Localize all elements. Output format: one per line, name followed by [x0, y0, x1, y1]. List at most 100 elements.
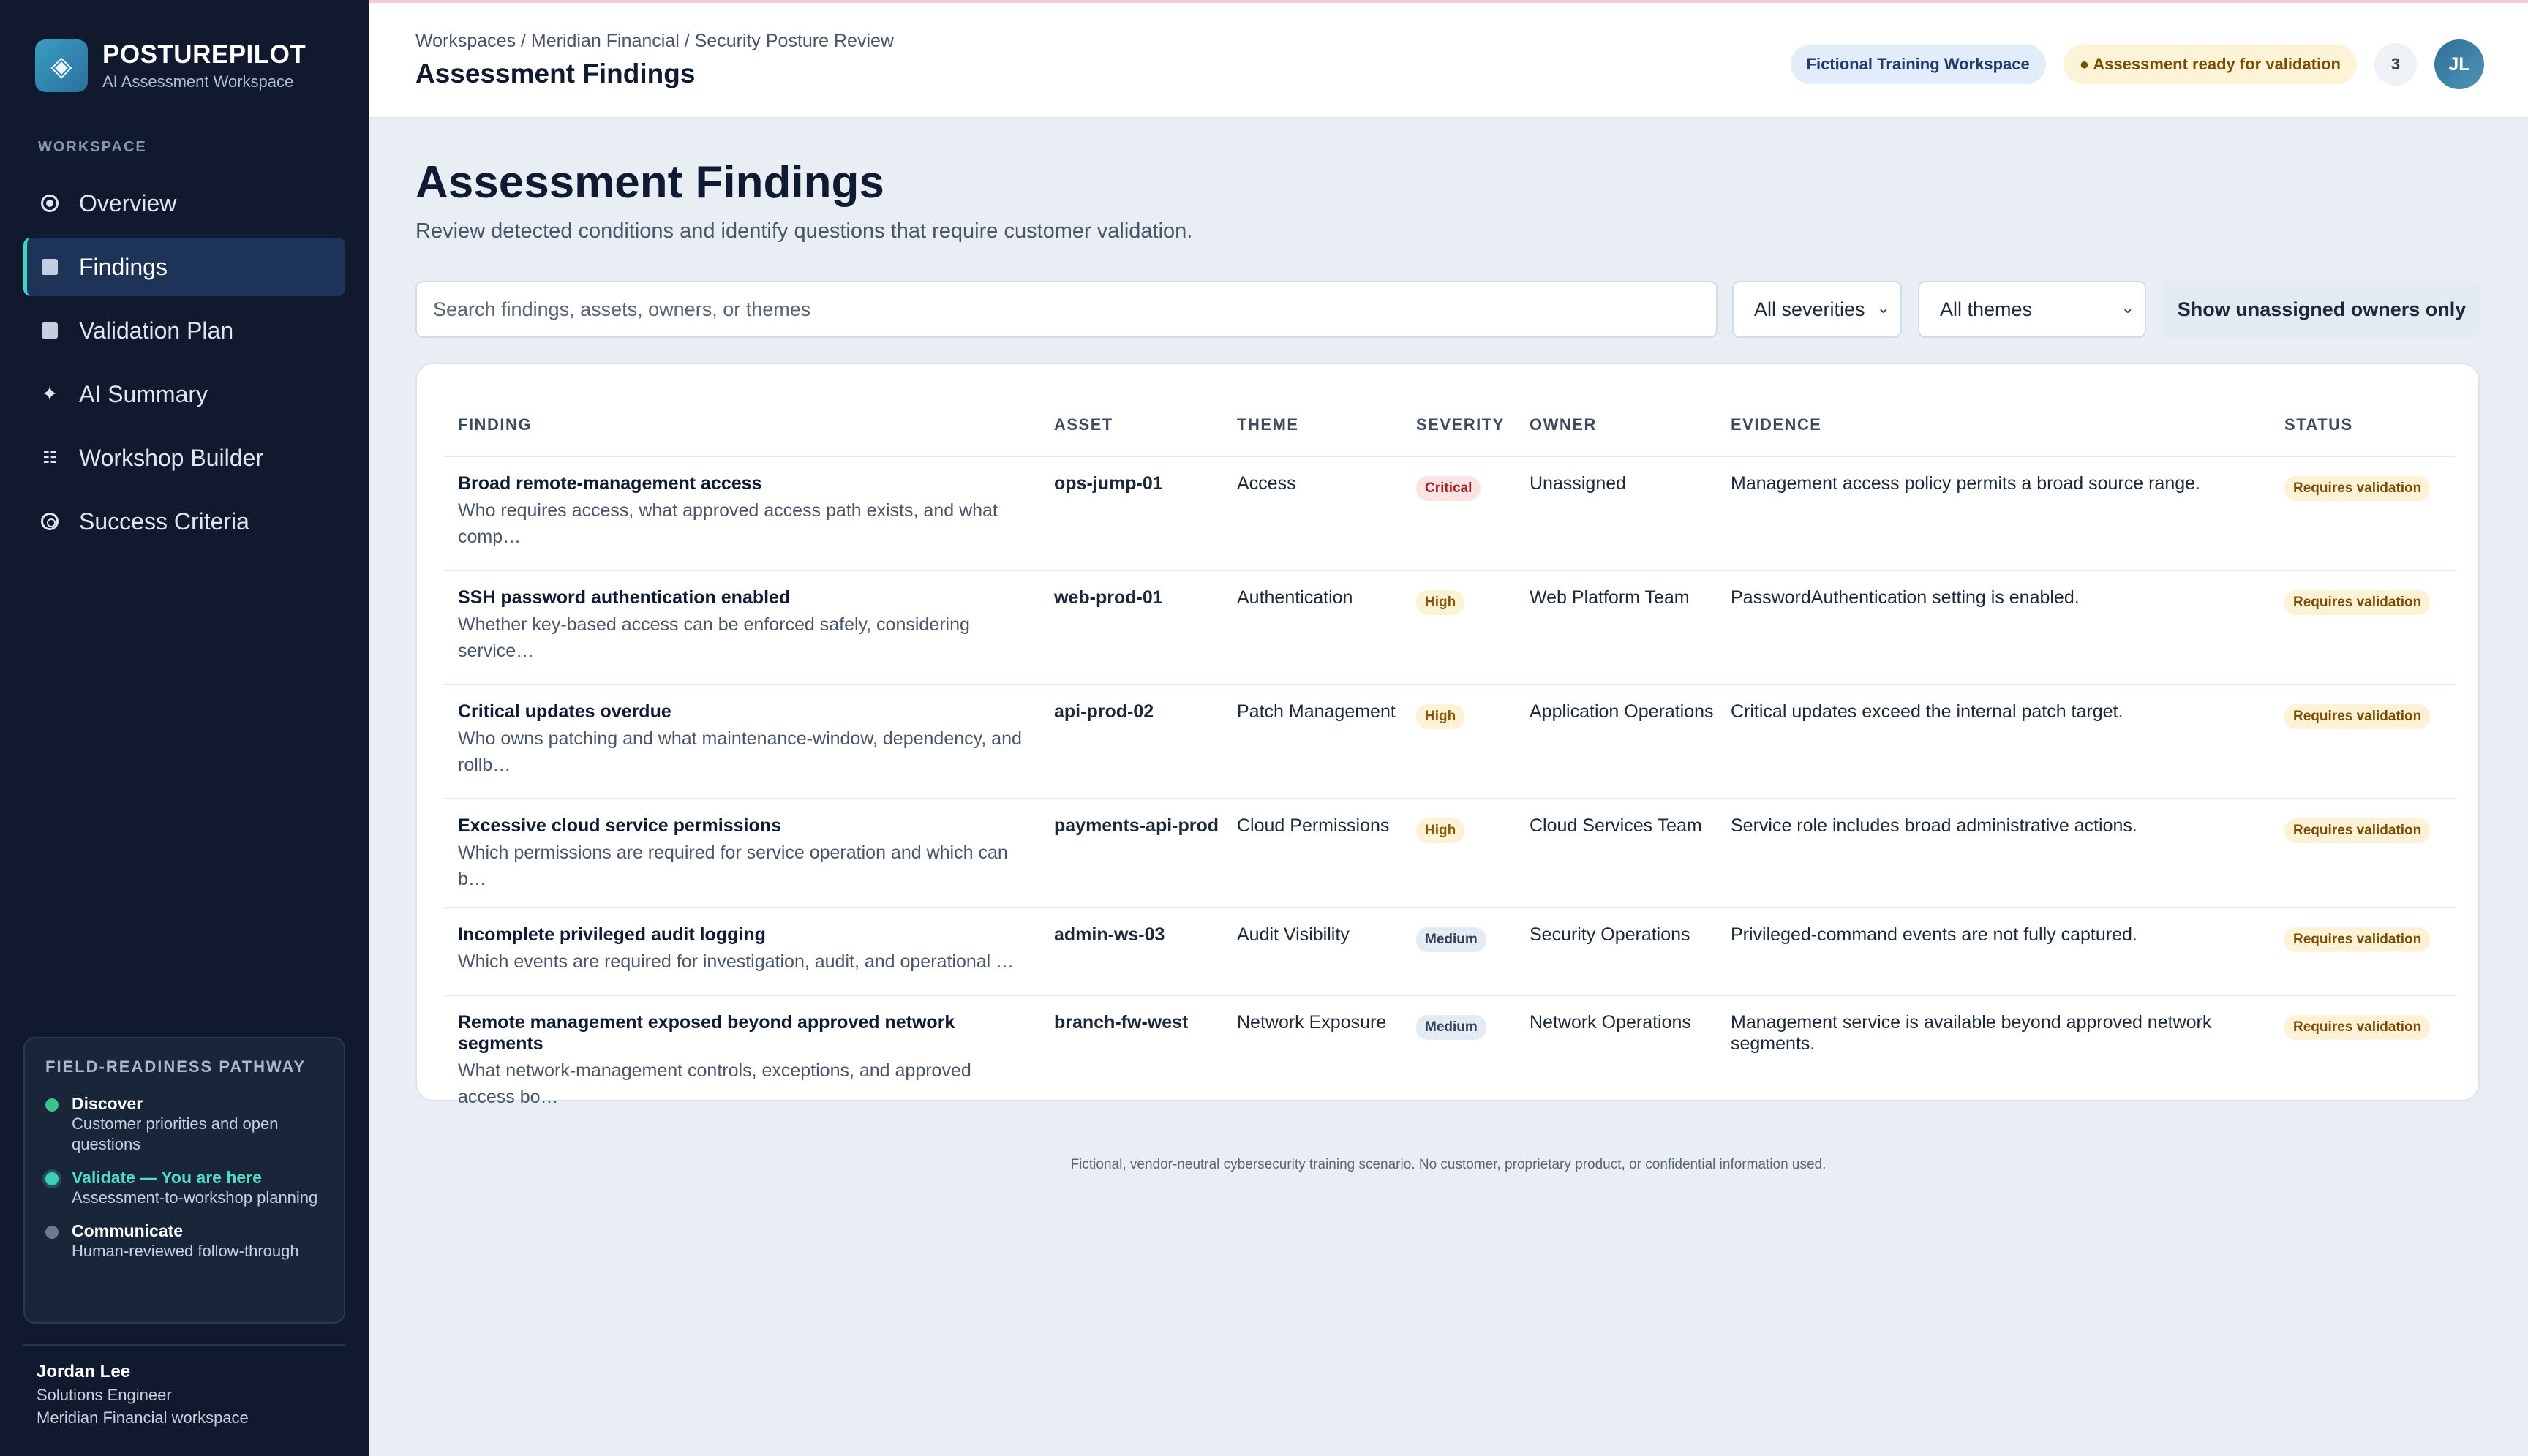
evidence: Management access policy permits a broad… — [1716, 456, 2270, 571]
pathway-step-validate: Validate — You are here Assessment-to-wo… — [45, 1168, 323, 1208]
sidebar-item-label: Overview — [79, 189, 177, 216]
theme-filter-select[interactable]: All themes ⌄ — [1918, 281, 2146, 338]
asset-name: ops-jump-01 — [1039, 456, 1222, 571]
notification-count-badge[interactable]: 3 — [2374, 43, 2417, 86]
sparkle-icon: ✦ — [41, 382, 59, 405]
step-current-dot-icon — [45, 1172, 59, 1185]
column-header-status[interactable]: STATUS — [2270, 393, 2456, 457]
theme-filter-value: All themes — [1940, 298, 2033, 320]
workspace-badge: Fictional Training Workspace — [1790, 45, 2046, 84]
top-header: Workspaces / Meridian Financial / Securi… — [369, 3, 2528, 118]
column-header-severity[interactable]: SEVERITY — [1402, 393, 1515, 457]
status-badge: Requires validation — [2284, 704, 2431, 729]
finding-description: Which events are required for investigat… — [458, 951, 1015, 972]
table-row[interactable]: Remote management exposed beyond approve… — [443, 995, 2456, 1126]
user-name: Jordan Lee — [37, 1362, 131, 1381]
grid-icon: ☷ — [42, 448, 57, 467]
step-title: Communicate — [72, 1221, 184, 1240]
brand-logo-icon: ◈ — [35, 39, 88, 92]
breadcrumb[interactable]: Workspaces / Meridian Financial / Securi… — [415, 31, 894, 52]
asset-name: web-prod-01 — [1039, 570, 1222, 685]
sidebar-item-success-criteria[interactable]: Success Criteria — [23, 492, 345, 551]
sidebar-nav: Overview Findings Validation Plan ✦ AI S… — [23, 174, 345, 556]
asset-name: payments-api-prod — [1039, 799, 1222, 908]
sidebar-item-validation-plan[interactable]: Validation Plan — [23, 301, 345, 360]
finding-title[interactable]: Remote management exposed beyond approve… — [458, 1012, 1039, 1055]
finding-description: Which permissions are required for servi… — [458, 842, 1008, 889]
theme: Authentication — [1222, 570, 1402, 685]
finding-description: Who requires access, what approved acces… — [458, 500, 998, 547]
owner: Web Platform Team — [1515, 570, 1716, 685]
avatar[interactable]: JL — [2434, 39, 2484, 89]
sidebar-item-findings[interactable]: Findings — [23, 238, 345, 296]
sidebar-item-workshop-builder[interactable]: ☷ Workshop Builder — [23, 429, 345, 487]
severity-filter-value: All severities — [1754, 298, 1865, 320]
unassigned-owners-toggle[interactable]: Show unassigned owners only — [2164, 281, 2480, 338]
user-profile[interactable]: Jordan Lee Solutions Engineer Meridian F… — [37, 1362, 249, 1427]
theme: Access — [1222, 456, 1402, 571]
status-badge: Requires validation — [2284, 818, 2431, 843]
finding-title[interactable]: Incomplete privileged audit logging — [458, 924, 1039, 946]
brand-subtitle: AI Assessment Workspace — [102, 72, 294, 91]
severity-badge: High — [1416, 818, 1465, 843]
nav-heading: WORKSPACE — [38, 139, 147, 155]
sidebar-item-label: Workshop Builder — [79, 444, 263, 471]
column-header-asset[interactable]: ASSET — [1039, 393, 1222, 457]
column-header-finding[interactable]: FINDING — [443, 393, 1039, 457]
sidebar-item-overview[interactable]: Overview — [23, 174, 345, 233]
step-title: Validate — You are here — [72, 1168, 262, 1187]
findings-table-card: FINDING ASSET THEME SEVERITY OWNER EVIDE… — [415, 363, 2480, 1126]
brand-name: POSTUREPILOT — [102, 40, 306, 69]
finding-title[interactable]: Excessive cloud service permissions — [458, 815, 1039, 837]
status-badge: ● Assessment ready for validation — [2063, 45, 2357, 84]
search-input[interactable] — [415, 281, 1718, 338]
header-title: Assessment Findings — [415, 59, 696, 88]
severity-filter-select[interactable]: All severities ⌄ — [1732, 281, 1902, 338]
sidebar-item-label: Success Criteria — [79, 508, 249, 535]
table-header-row: FINDING ASSET THEME SEVERITY OWNER EVIDE… — [443, 393, 2456, 457]
sidebar-item-label: Findings — [79, 253, 168, 280]
step-title: Discover — [72, 1094, 143, 1113]
finding-title[interactable]: Critical updates overdue — [458, 701, 1039, 723]
owner: Security Operations — [1515, 908, 1716, 996]
severity-badge: High — [1416, 704, 1465, 729]
table-row[interactable]: Broad remote-management access Who requir… — [443, 456, 2456, 571]
sidebar-item-label: AI Summary — [79, 380, 208, 407]
owner: Unassigned — [1515, 456, 1716, 571]
brand[interactable]: ◈ POSTUREPILOT AI Assessment Workspace — [35, 39, 306, 92]
chevron-down-icon: ⌄ — [2121, 298, 2134, 317]
column-header-theme[interactable]: THEME — [1222, 393, 1402, 457]
user-role: Solutions Engineer — [37, 1386, 172, 1404]
step-description: Human-reviewed follow-through — [72, 1242, 299, 1260]
table-row[interactable]: Excessive cloud service permissions Which… — [443, 799, 2456, 908]
step-complete-dot-icon — [45, 1098, 59, 1112]
sidebar: ◈ POSTUREPILOT AI Assessment Workspace W… — [0, 0, 369, 1456]
evidence: PasswordAuthentication setting is enable… — [1716, 570, 2270, 685]
header-actions: Fictional Training Workspace ● Assessmen… — [1773, 39, 2484, 89]
asset-name: admin-ws-03 — [1039, 908, 1222, 996]
pathway-step-communicate: Communicate Human-reviewed follow-throug… — [45, 1221, 323, 1261]
page-subtitle: Review detected conditions and identify … — [415, 219, 1193, 243]
asset-name: api-prod-02 — [1039, 684, 1222, 799]
status-badge: Requires validation — [2284, 927, 2431, 952]
findings-table: FINDING ASSET THEME SEVERITY OWNER EVIDE… — [443, 393, 2456, 1126]
table-row[interactable]: Incomplete privileged audit logging Which… — [443, 908, 2456, 996]
owner: Application Operations — [1515, 684, 1716, 799]
theme: Audit Visibility — [1222, 908, 1402, 996]
status-badge: Requires validation — [2284, 476, 2431, 501]
finding-title[interactable]: SSH password authentication enabled — [458, 587, 1039, 608]
column-header-evidence[interactable]: EVIDENCE — [1716, 393, 2270, 457]
severity-badge: Medium — [1416, 927, 1486, 952]
finding-description: What network-management controls, except… — [458, 1060, 971, 1107]
severity-badge: Medium — [1416, 1015, 1486, 1040]
theme: Network Exposure — [1222, 995, 1402, 1126]
asset-name: branch-fw-west — [1039, 995, 1222, 1126]
finding-title[interactable]: Broad remote-management access — [458, 473, 1039, 494]
table-row[interactable]: Critical updates overdue Who owns patchin… — [443, 684, 2456, 799]
sidebar-item-ai-summary[interactable]: ✦ AI Summary — [23, 365, 345, 423]
field-readiness-pathway: FIELD-READINESS PATHWAY Discover Custome… — [23, 1037, 345, 1324]
user-workspace: Meridian Financial workspace — [37, 1408, 249, 1427]
overview-icon — [41, 195, 59, 212]
column-header-owner[interactable]: OWNER — [1515, 393, 1716, 457]
table-row[interactable]: SSH password authentication enabled Wheth… — [443, 570, 2456, 685]
